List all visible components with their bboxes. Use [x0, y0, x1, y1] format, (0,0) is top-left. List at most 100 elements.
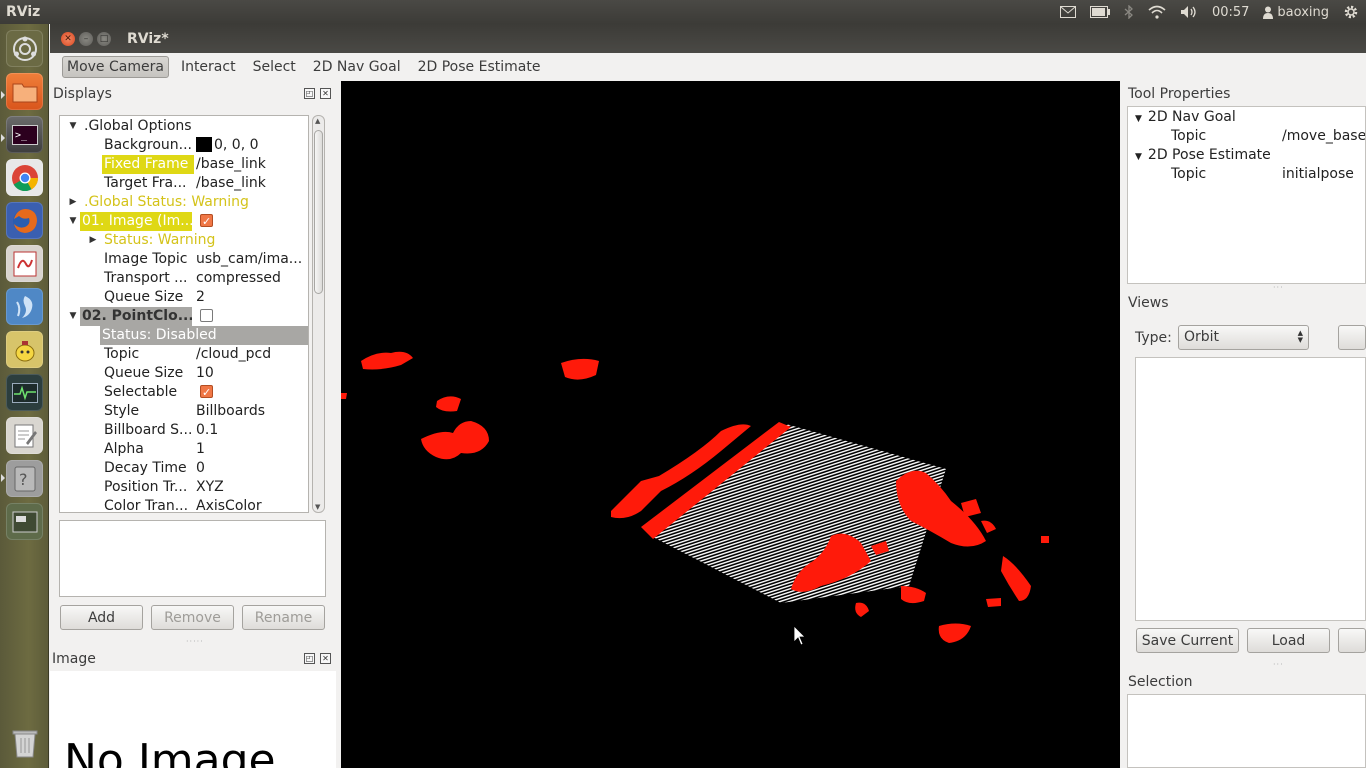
- tree-value[interactable]: AxisColor: [196, 497, 308, 512]
- terminal-icon[interactable]: >_: [6, 116, 43, 153]
- close-icon[interactable]: ✕: [320, 653, 331, 664]
- tree-value[interactable]: /cloud_pcd: [196, 345, 308, 364]
- tree-row-queue-size[interactable]: Queue Size 10: [60, 364, 308, 383]
- delete-button[interactable]: [1338, 628, 1366, 653]
- app-icon[interactable]: [6, 288, 43, 325]
- firefox-icon[interactable]: [6, 202, 43, 239]
- splitter-handle[interactable]: ·····: [186, 637, 204, 646]
- close-icon[interactable]: ✕: [320, 88, 331, 99]
- maximize-button[interactable]: □: [97, 31, 111, 46]
- volume-icon[interactable]: [1173, 0, 1205, 24]
- nav-goal-button[interactable]: 2D Nav Goal: [308, 56, 406, 78]
- tree-row-billboard-size[interactable]: Billboard S... 0.1: [60, 421, 308, 440]
- tree-value[interactable]: XYZ: [196, 478, 308, 497]
- zero-view-button[interactable]: [1338, 325, 1366, 350]
- tree-value[interactable]: 2: [196, 288, 308, 307]
- displays-tree[interactable]: ▼ .Global Options Backgroun... 0, 0, 0 F…: [59, 115, 309, 513]
- trash-icon[interactable]: [6, 724, 43, 761]
- mail-icon[interactable]: [1053, 0, 1083, 24]
- select-button[interactable]: Select: [248, 56, 301, 78]
- tree-row-pointcloud-status[interactable]: Status: Disabled: [100, 326, 308, 345]
- expand-arrow-icon[interactable]: ▶: [68, 193, 78, 212]
- expand-arrow-icon[interactable]: ▶: [88, 231, 98, 250]
- tree-value[interactable]: /base_link: [196, 155, 308, 174]
- rename-button[interactable]: Rename: [242, 605, 325, 630]
- tree-row-global-status[interactable]: ▶ .Global Status: Warning: [60, 193, 308, 212]
- enabled-checkbox[interactable]: [200, 307, 308, 326]
- tree-row-fixed-frame[interactable]: Fixed Frame /base_link: [60, 155, 308, 174]
- tree-row-global-options[interactable]: ▼ .Global Options: [60, 117, 308, 136]
- displays-scrollbar[interactable]: ▲ ▼: [312, 115, 325, 513]
- tree-value[interactable]: usb_cam/ima...: [196, 250, 308, 269]
- tool-prop-row-pose-estimate[interactable]: ▼ 2D Pose Estimate: [1135, 146, 1271, 165]
- expand-arrow-icon[interactable]: ▼: [68, 212, 78, 231]
- splitter-handle[interactable]: ···: [1273, 283, 1284, 292]
- kettle-icon[interactable]: [6, 331, 43, 368]
- tree-value[interactable]: /base_link: [196, 174, 308, 193]
- tree-row-position-transformer[interactable]: Position Tr... XYZ: [60, 478, 308, 497]
- tree-value[interactable]: 0.1: [196, 421, 308, 440]
- expand-arrow-icon[interactable]: ▼: [68, 307, 78, 326]
- splitter-handle[interactable]: ···: [1273, 660, 1284, 669]
- tree-row-target-frame[interactable]: Target Fra... /base_link: [60, 174, 308, 193]
- tool-prop-row-pose-topic[interactable]: Topic: [1171, 165, 1206, 184]
- saved-views-list[interactable]: [1135, 357, 1366, 621]
- tool-prop-value[interactable]: /move_base_: [1282, 127, 1365, 146]
- pose-estimate-button[interactable]: 2D Pose Estimate: [413, 56, 546, 78]
- minimize-button[interactable]: –: [79, 31, 93, 46]
- tree-value[interactable]: 10: [196, 364, 308, 383]
- title-bar[interactable]: ✕ – □ RViz*: [50, 24, 1366, 53]
- scroll-up-icon[interactable]: ▲: [315, 117, 320, 125]
- view-type-select[interactable]: Orbit ▲ ▼: [1178, 325, 1309, 350]
- tree-row-queue-size[interactable]: Queue Size 2: [60, 288, 308, 307]
- help-icon[interactable]: ?: [6, 460, 43, 497]
- gear-icon[interactable]: [1336, 0, 1366, 24]
- float-icon[interactable]: ◰: [304, 88, 315, 99]
- wifi-icon[interactable]: [1141, 0, 1173, 24]
- files-icon[interactable]: [6, 73, 43, 110]
- selectable-checkbox[interactable]: [200, 383, 308, 402]
- tree-row-alpha[interactable]: Alpha 1: [60, 440, 308, 459]
- enabled-checkbox[interactable]: [200, 212, 308, 231]
- close-button[interactable]: ✕: [61, 31, 75, 46]
- interact-button[interactable]: Interact: [176, 56, 241, 78]
- tree-row-image-topic[interactable]: Image Topic usb_cam/ima...: [60, 250, 308, 269]
- tree-row-style[interactable]: Style Billboards: [60, 402, 308, 421]
- tool-prop-value[interactable]: initialpose: [1282, 165, 1354, 184]
- selection-panel[interactable]: [1127, 694, 1366, 768]
- tree-value[interactable]: 0: [196, 459, 308, 478]
- load-button[interactable]: Load: [1247, 628, 1330, 653]
- tree-row-image-display[interactable]: ▼ 01. Image (Im...: [60, 212, 308, 231]
- 3d-viewport[interactable]: [341, 81, 1120, 768]
- move-camera-button[interactable]: Move Camera: [62, 55, 169, 78]
- tool-prop-row-nav-goal[interactable]: ▼ 2D Nav Goal: [1135, 108, 1236, 127]
- chrome-icon[interactable]: [6, 159, 43, 196]
- save-current-button[interactable]: Save Current: [1136, 628, 1239, 653]
- tree-row-color-transformer[interactable]: Color Tran... AxisColor: [60, 497, 308, 512]
- background-color-value[interactable]: 0, 0, 0: [196, 136, 308, 155]
- tool-properties-tree[interactable]: ▼ 2D Nav Goal Topic /move_base_ ▼ 2D Pose …: [1127, 106, 1366, 284]
- expand-arrow-icon[interactable]: ▼: [1135, 114, 1142, 124]
- expand-arrow-icon[interactable]: ▼: [1135, 152, 1142, 162]
- ubuntu-dash-icon[interactable]: [6, 30, 43, 67]
- expand-arrow-icon[interactable]: ▼: [68, 117, 78, 136]
- scrollbar-thumb[interactable]: [314, 130, 323, 294]
- tree-row-pointcloud-display[interactable]: ▼ 02. PointClo...: [60, 307, 308, 326]
- tree-row-topic[interactable]: Topic /cloud_pcd: [60, 345, 308, 364]
- user-menu[interactable]: baoxing: [1256, 0, 1336, 24]
- bluetooth-icon[interactable]: [1117, 0, 1141, 24]
- battery-icon[interactable]: [1083, 0, 1117, 24]
- document-viewer-icon[interactable]: [6, 245, 43, 282]
- add-button[interactable]: Add: [60, 605, 143, 630]
- tree-value[interactable]: 1: [196, 440, 308, 459]
- text-editor-icon[interactable]: [6, 417, 43, 454]
- tree-row-transport[interactable]: Transport ... compressed: [60, 269, 308, 288]
- tree-row-image-status[interactable]: ▶ Status: Warning: [60, 231, 308, 250]
- workspace-icon[interactable]: [6, 503, 43, 540]
- tree-value[interactable]: Billboards: [196, 402, 308, 421]
- tree-row-selectable[interactable]: Selectable: [60, 383, 308, 402]
- tool-prop-row-nav-goal-topic[interactable]: Topic: [1171, 127, 1206, 146]
- scroll-down-icon[interactable]: ▼: [315, 503, 320, 511]
- system-monitor-icon[interactable]: [6, 374, 43, 411]
- float-icon[interactable]: ◰: [304, 653, 315, 664]
